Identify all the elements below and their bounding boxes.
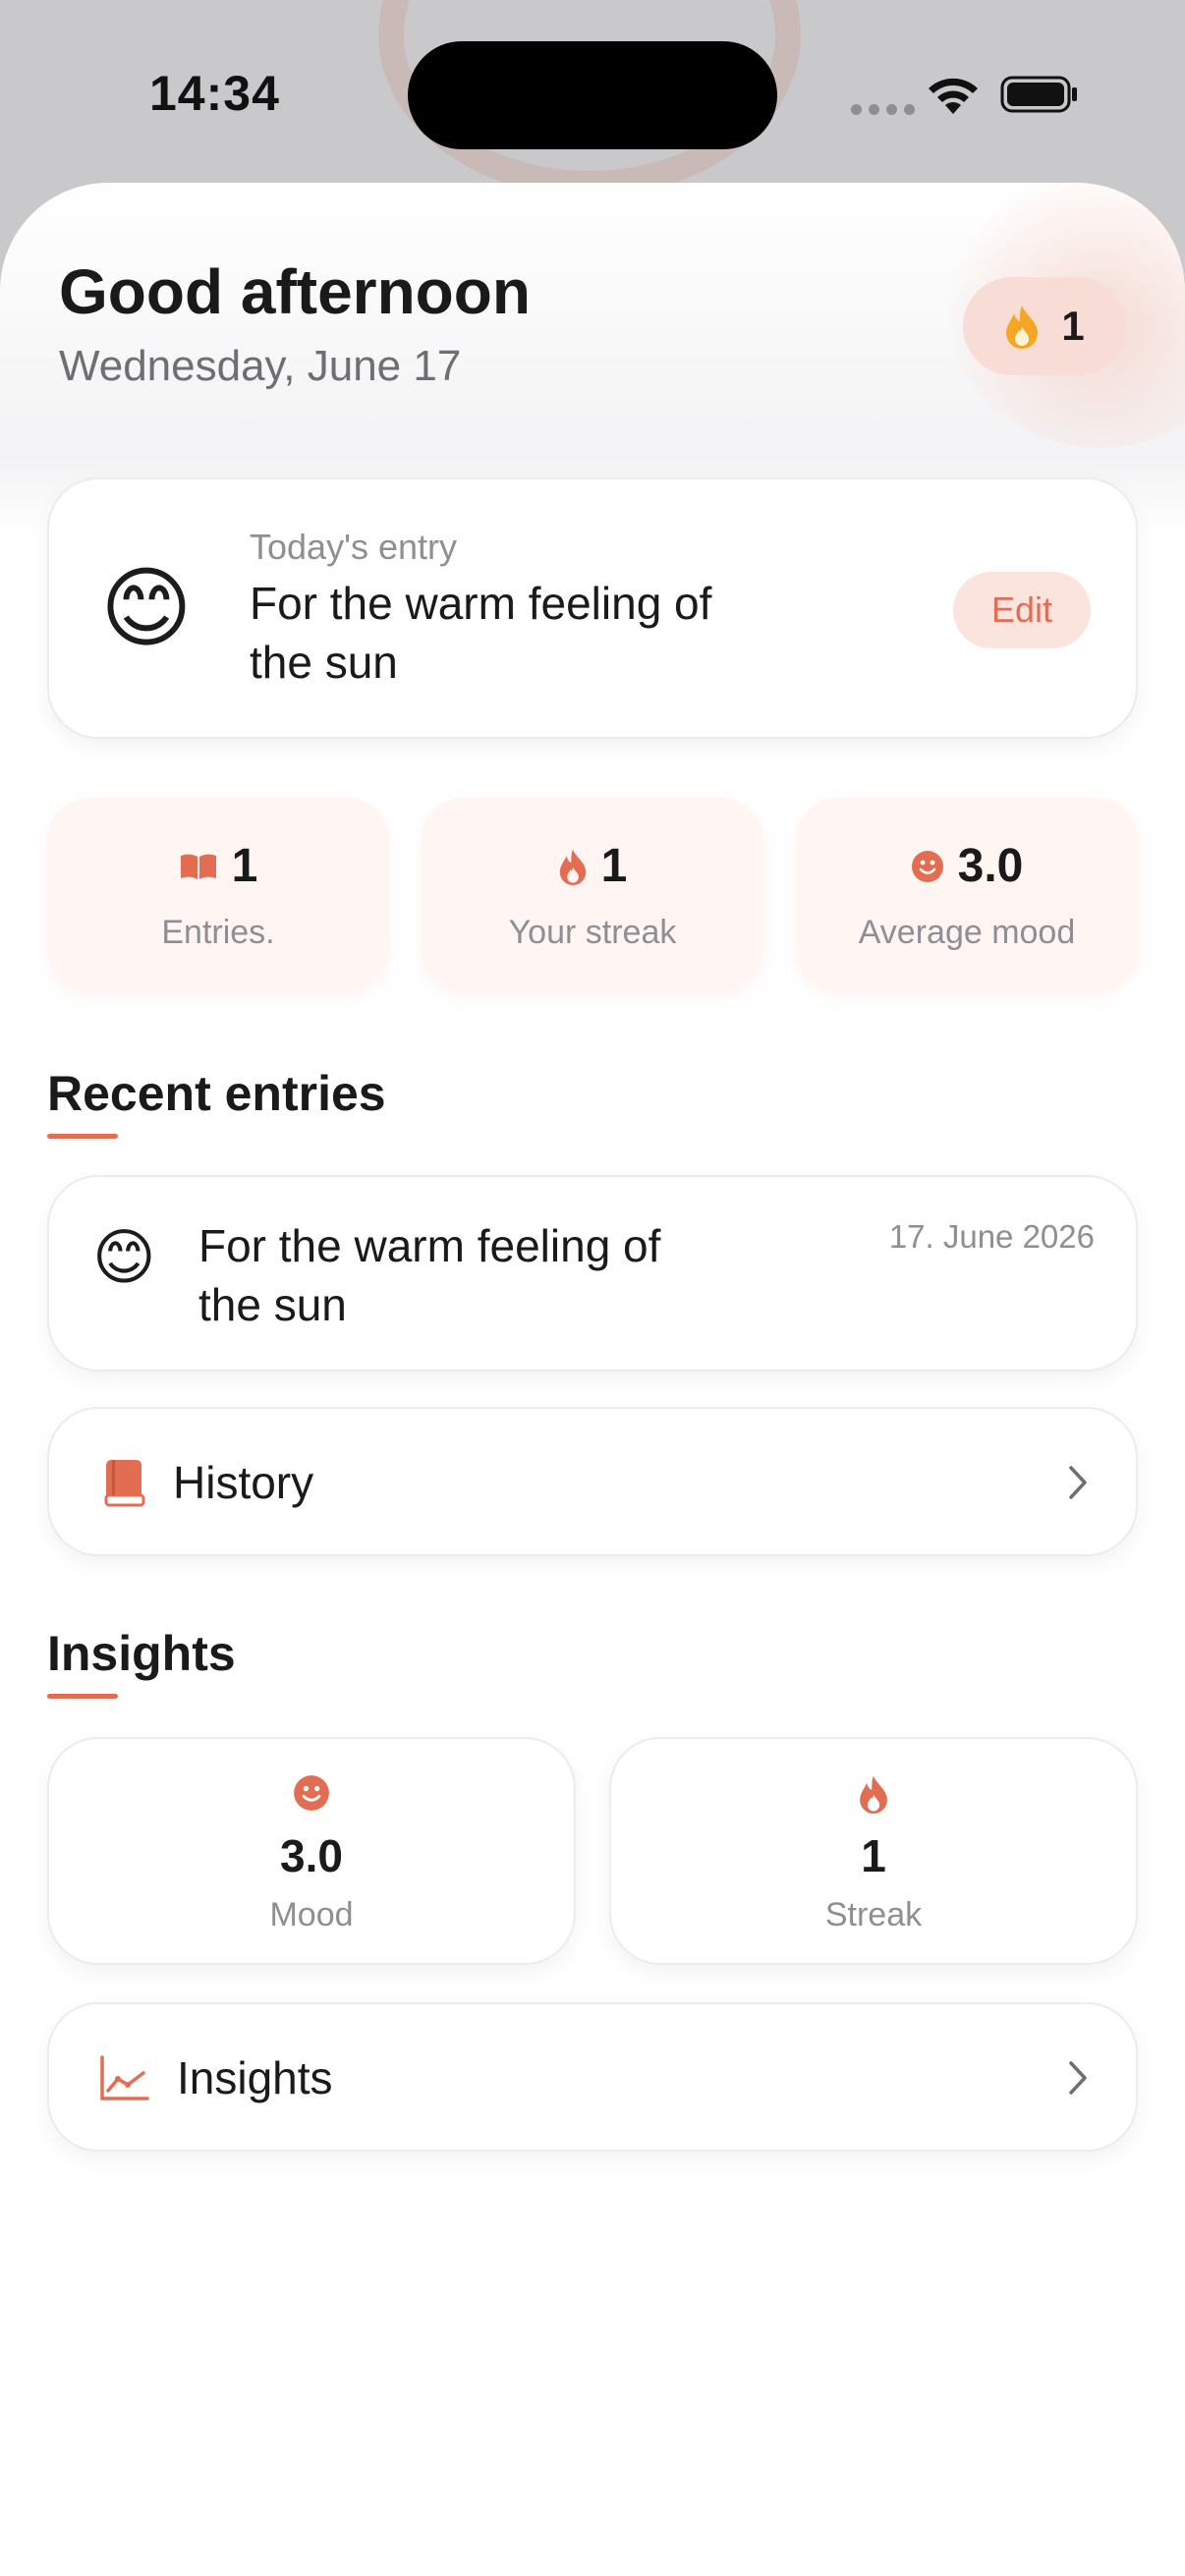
flame-icon [1006, 306, 1039, 349]
entry-mood-emoji: 😊 [92, 1224, 156, 1292]
today-mood-emoji: 😊 [100, 560, 193, 658]
insights-heading: Insights [47, 1626, 236, 1681]
book-icon [180, 854, 216, 879]
current-date: Wednesday, June 17 [59, 342, 462, 390]
entry-date: 17. June 2026 [888, 1218, 1095, 1255]
insight-label: Mood [269, 1896, 354, 1933]
page-title: Good afternoon [59, 256, 531, 327]
stat-card-streak: 1 Your streak [422, 798, 763, 990]
line-chart-icon [100, 2055, 149, 2100]
cellular-signal-icon [851, 104, 915, 115]
book-icon [104, 1460, 145, 1507]
chevron-right-icon [1069, 1466, 1087, 1499]
dynamic-island [408, 41, 777, 149]
edit-button[interactable]: Edit [953, 572, 1091, 648]
stat-label: Average mood [858, 914, 1076, 951]
recent-entries-heading: Recent entries [47, 1066, 386, 1121]
history-label: History [173, 1457, 314, 1508]
chevron-right-icon [1069, 2061, 1087, 2095]
stat-value: 1 [600, 840, 628, 892]
insight-card-mood[interactable]: 3.0 Mood [47, 1737, 576, 1965]
today-entry-label: Today's entry [250, 527, 457, 567]
smiley-icon [911, 850, 943, 882]
wifi-icon [929, 78, 978, 114]
streak-badge[interactable]: 1 [963, 277, 1126, 375]
app-screen: 14:34 Good afternoon Wednesday, June 17 … [0, 0, 1185, 2576]
insights-link-label: Insights [177, 2052, 333, 2103]
insight-card-streak[interactable]: 1 Streak [609, 1737, 1138, 1965]
flame-icon [860, 1775, 887, 1814]
battery-icon [1000, 76, 1077, 113]
stat-label: Entries. [161, 914, 275, 951]
streak-count: 1 [1061, 303, 1085, 349]
insight-value: 1 [861, 1830, 886, 1881]
stat-card-entries: 1 Entries. [47, 798, 389, 990]
today-entry-text: For the warm feeling of the sun [250, 578, 712, 688]
stat-value: 1 [231, 840, 258, 892]
insights-button[interactable]: Insights [47, 2002, 1138, 2152]
section-underline [47, 1134, 118, 1139]
status-time: 14:34 [149, 66, 280, 121]
stat-value: 3.0 [957, 840, 1024, 892]
history-button[interactable]: History [47, 1407, 1138, 1556]
insight-label: Streak [824, 1896, 923, 1933]
entry-text: For the warm feeling of the sun [198, 1220, 661, 1330]
flame-icon [559, 849, 586, 885]
insight-value: 3.0 [280, 1830, 343, 1881]
recent-entry-item[interactable]: 😊 For the warm feeling of the sun 17. Ju… [47, 1175, 1138, 1372]
stat-label: Your streak [508, 914, 677, 951]
stat-card-average-mood: 3.0 Average mood [796, 798, 1138, 990]
section-underline [47, 1694, 118, 1699]
today-entry-card[interactable]: 😊 Today's entry For the warm feeling of … [47, 477, 1138, 739]
smiley-icon [294, 1775, 329, 1811]
